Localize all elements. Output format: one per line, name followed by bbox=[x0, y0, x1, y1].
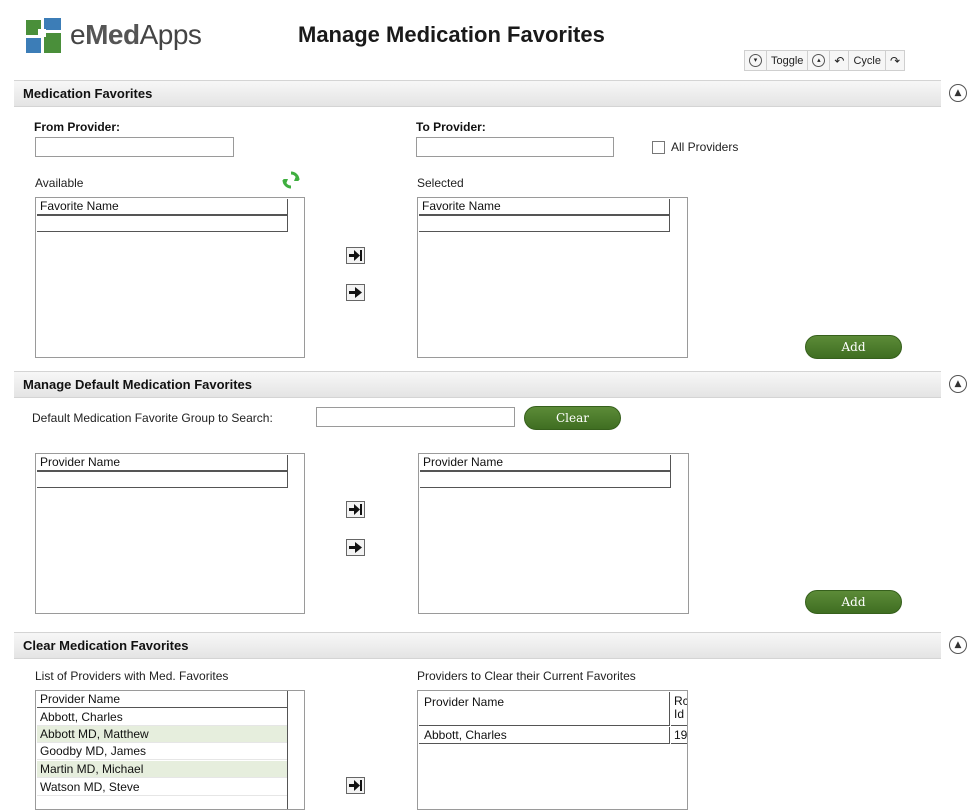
column-header-provider-name: Provider Name bbox=[419, 692, 670, 726]
arrow-right-icon bbox=[349, 287, 362, 298]
default-providers-available-list[interactable]: Provider Name bbox=[35, 453, 305, 614]
list-empty-row bbox=[419, 215, 670, 232]
move-all-right-icon bbox=[349, 250, 362, 261]
table-cell-id: 19 bbox=[671, 727, 687, 744]
section-title: Manage Default Medication Favorites bbox=[23, 377, 252, 392]
all-providers-label: All Providers bbox=[671, 140, 739, 154]
cycle-forward-button[interactable]: ↷ bbox=[886, 51, 904, 70]
move-all-right-button[interactable] bbox=[346, 777, 365, 794]
clear-button[interactable]: Clear bbox=[524, 406, 621, 430]
section-bar-medication-favorites: Medication Favorites bbox=[14, 80, 941, 107]
move-all-right-icon bbox=[349, 780, 362, 791]
logo-text-suffix: Apps bbox=[139, 19, 202, 50]
available-label: Available bbox=[35, 176, 84, 190]
collapse-section-medication-favorites-button[interactable]: ▲ bbox=[949, 84, 967, 102]
all-providers-checkbox[interactable] bbox=[652, 141, 665, 154]
collapse-section-default-favorites-button[interactable]: ▲ bbox=[949, 375, 967, 393]
providers-with-favorites-list[interactable]: Provider Name Abbott, Charles Abbott MD,… bbox=[35, 690, 305, 810]
emedapps-logo-mark-icon bbox=[26, 18, 61, 53]
selected-label: Selected bbox=[417, 176, 464, 190]
cycle-button[interactable]: Cycle bbox=[849, 51, 886, 70]
emedapps-logo: eMedApps bbox=[24, 16, 224, 60]
move-all-right-icon bbox=[349, 504, 362, 515]
list-item[interactable]: Goodby MD, James bbox=[37, 743, 288, 760]
list-empty-row bbox=[420, 471, 671, 488]
list-empty-row bbox=[37, 215, 288, 232]
section-bar-default-favorites: Manage Default Medication Favorites bbox=[14, 371, 941, 398]
providers-with-favorites-label: List of Providers with Med. Favorites bbox=[35, 669, 229, 683]
toggle-up-button[interactable]: ▴ bbox=[808, 51, 831, 70]
section-title: Clear Medication Favorites bbox=[23, 638, 189, 653]
list-item[interactable]: Martin MD, Michael bbox=[37, 761, 288, 778]
redo-arrow-icon: ↷ bbox=[890, 53, 901, 68]
column-header-id-line2: Id bbox=[674, 707, 685, 721]
section-bar-clear-favorites: Clear Medication Favorites bbox=[14, 632, 941, 659]
column-divider bbox=[287, 691, 288, 809]
to-provider-label: To Provider: bbox=[416, 120, 486, 134]
undo-arrow-icon: ↶ bbox=[834, 53, 845, 68]
collapse-section-clear-favorites-button[interactable]: ▲ bbox=[949, 636, 967, 654]
chevron-up-icon: ▲ bbox=[954, 379, 962, 389]
table-row[interactable]: Abbott, Charles bbox=[419, 727, 670, 744]
toolbar: ▾ Toggle ▴ ↶ Cycle ↷ bbox=[744, 50, 906, 71]
logo-text-bold: Med bbox=[85, 19, 140, 50]
list-item[interactable]: Abbott, Charles bbox=[37, 709, 288, 726]
list-item[interactable]: Abbott MD, Matthew bbox=[37, 726, 288, 743]
providers-to-clear-list[interactable]: Provider Name Rc Id Abbott, Charles 19 bbox=[417, 690, 688, 810]
from-provider-input[interactable] bbox=[35, 137, 234, 157]
from-provider-label: From Provider: bbox=[34, 120, 121, 134]
list-header: Provider Name bbox=[37, 455, 288, 471]
list-header: Favorite Name bbox=[37, 199, 288, 215]
default-providers-selected-list[interactable]: Provider Name bbox=[418, 453, 689, 614]
add-favorites-button[interactable]: Add bbox=[805, 335, 902, 359]
default-group-search-label: Default Medication Favorite Group to Sea… bbox=[32, 411, 273, 425]
selected-favorites-list[interactable]: Favorite Name bbox=[417, 197, 688, 358]
chevron-up-icon: ▴ bbox=[812, 54, 826, 67]
logo-text: eMedApps bbox=[70, 19, 202, 51]
default-group-search-input[interactable] bbox=[316, 407, 515, 427]
move-all-right-button[interactable] bbox=[346, 247, 365, 264]
list-item[interactable]: Watson MD, Steve bbox=[37, 779, 288, 796]
chevron-down-icon: ▾ bbox=[749, 54, 762, 67]
add-default-favorites-button[interactable]: Add bbox=[805, 590, 902, 614]
move-right-button[interactable] bbox=[346, 539, 365, 556]
column-header-id: Rc Id bbox=[671, 692, 687, 726]
list-header: Provider Name bbox=[420, 455, 671, 471]
chevron-up-icon: ▲ bbox=[954, 88, 962, 98]
logo-text-prefix: e bbox=[70, 19, 86, 50]
move-all-right-button[interactable] bbox=[346, 501, 365, 518]
list-header: Provider Name bbox=[37, 692, 288, 708]
page-title: Manage Medication Favorites bbox=[298, 22, 605, 47]
refresh-icon[interactable] bbox=[282, 171, 300, 189]
available-favorites-list[interactable]: Favorite Name bbox=[35, 197, 305, 358]
cycle-back-button[interactable]: ↶ bbox=[830, 51, 850, 70]
chevron-up-icon: ▲ bbox=[954, 640, 962, 650]
toggle-button[interactable]: Toggle bbox=[767, 51, 809, 70]
toggle-down-button[interactable]: ▾ bbox=[745, 51, 767, 70]
to-provider-input[interactable] bbox=[416, 137, 614, 157]
list-header: Favorite Name bbox=[419, 199, 670, 215]
list-empty-row bbox=[37, 471, 288, 488]
move-right-button[interactable] bbox=[346, 284, 365, 301]
section-title: Medication Favorites bbox=[23, 86, 153, 101]
arrow-right-icon bbox=[349, 542, 362, 553]
providers-to-clear-label: Providers to Clear their Current Favorit… bbox=[417, 669, 636, 683]
